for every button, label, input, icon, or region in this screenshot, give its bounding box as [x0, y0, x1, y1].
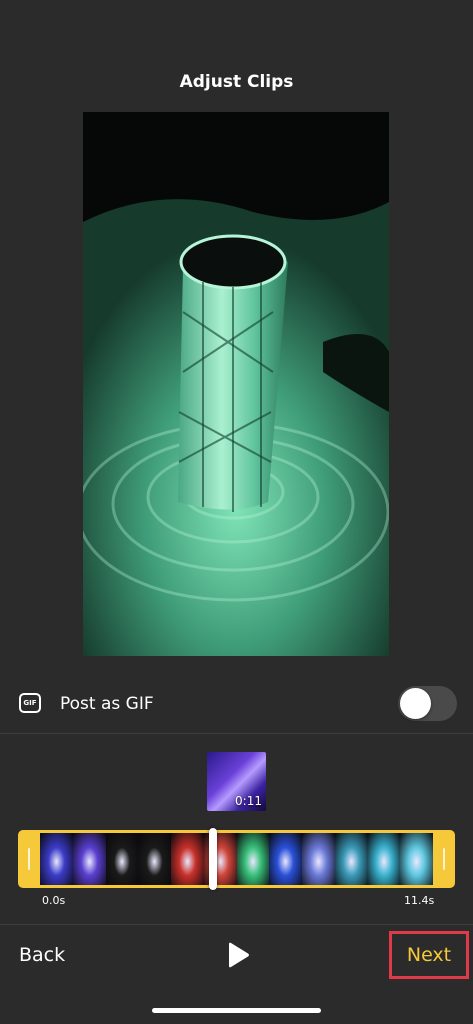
divider [0, 924, 473, 925]
timeline-end-time: 11.4s [404, 894, 435, 907]
grip-icon [28, 848, 30, 870]
grip-icon [443, 848, 445, 870]
post-as-gif-row: GIF Post as GIF [0, 680, 473, 728]
trim-handle-start[interactable] [18, 830, 40, 888]
page-title: Adjust Clips [179, 72, 294, 92]
toggle-knob [400, 688, 431, 719]
playhead[interactable] [208, 828, 217, 890]
play-icon[interactable] [226, 942, 250, 968]
clip-thumbnail[interactable]: 0:11 [207, 752, 266, 811]
clip-duration: 0:11 [235, 794, 262, 808]
trim-handle-end[interactable] [433, 830, 455, 888]
post-as-gif-label: Post as GIF [60, 694, 154, 714]
video-preview[interactable] [83, 112, 389, 656]
timeline-start-time: 0.0s [42, 894, 66, 907]
divider [0, 733, 473, 734]
home-indicator [152, 1008, 321, 1013]
next-button[interactable]: Next [389, 931, 469, 979]
video-frame-image [83, 112, 389, 656]
back-button[interactable]: Back [19, 944, 65, 966]
trim-border [40, 830, 433, 888]
clip-timeline[interactable] [18, 828, 455, 890]
gif-icon: GIF [19, 693, 41, 713]
post-as-gif-toggle[interactable] [398, 686, 457, 721]
